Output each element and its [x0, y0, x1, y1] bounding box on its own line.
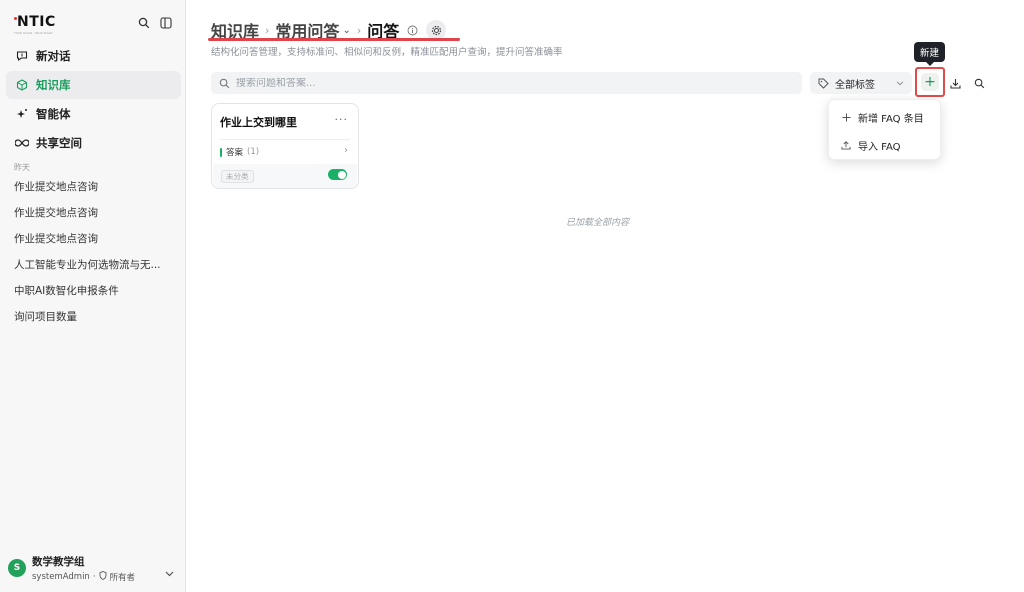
- chevron-right-icon: ›: [265, 23, 270, 37]
- chat-icon: [15, 49, 29, 63]
- history-item[interactable]: 作业提交地点咨询: [6, 225, 181, 251]
- answer-count: (1): [247, 147, 260, 157]
- sidebar-item-label: 知识库: [36, 78, 71, 92]
- category-tag: 未分类: [221, 170, 254, 183]
- history-item[interactable]: 询问项目数量: [6, 303, 181, 329]
- cube-icon: [15, 78, 29, 92]
- chevron-right-icon[interactable]: ›: [344, 145, 348, 156]
- search-icon[interactable]: [972, 76, 986, 90]
- plus-icon: +: [921, 73, 939, 91]
- faq-card[interactable]: 作业上交到哪里 ··· 答案 (1) › 未分类: [211, 103, 359, 189]
- search-input[interactable]: [236, 77, 776, 89]
- chat-history-list: 作业提交地点咨询 作业提交地点咨询 作业提交地点咨询 人工智能专业为何选物流与无…: [6, 173, 181, 329]
- history-item[interactable]: 人工智能专业为何选物流与无...: [6, 251, 181, 277]
- upload-icon: [841, 140, 851, 150]
- tag-filter-value: 全部标签: [835, 79, 875, 91]
- user-profile[interactable]: S 数学教学组 systemAdmin · 所有者: [8, 552, 180, 584]
- answer-label: 答案: [226, 148, 244, 158]
- sidebar-item-knowledge-base[interactable]: 知识库: [6, 71, 181, 99]
- user-role: 所有者: [109, 572, 136, 583]
- search-icon: [219, 74, 230, 93]
- history-section-label: 昨天: [14, 163, 30, 172]
- brand-name: NTIC: [17, 14, 56, 30]
- sidebar-nav: 新对话 知识库 智能体 共享空间: [6, 42, 181, 158]
- sparkle-icon: [15, 107, 29, 121]
- sidebar-item-label: 智能体: [36, 107, 71, 121]
- sidebar-item-label: 新对话: [36, 49, 71, 63]
- menu-item-import-faq[interactable]: 导入 FAQ: [829, 131, 940, 159]
- infinity-icon: [15, 136, 29, 150]
- page-subtitle: 结构化问答管理，支持标准问、相似问和反例，精准匹配用户查询，提升问答准确率: [211, 47, 563, 58]
- sidebar: NTIC Think Smart · Work Smart 新对话 知识库 智能…: [0, 0, 186, 592]
- user-name: 数学教学组: [32, 555, 85, 568]
- search-bar[interactable]: [211, 72, 802, 94]
- shield-icon: [99, 570, 107, 583]
- faq-card-footer: 未分类: [213, 164, 357, 188]
- enable-toggle[interactable]: [328, 169, 347, 180]
- search-icon[interactable]: [137, 16, 151, 30]
- tag-icon: [818, 78, 829, 89]
- download-icon[interactable]: [948, 76, 962, 90]
- user-meta: systemAdmin · 所有者: [32, 570, 136, 583]
- faq-answer-summary[interactable]: 答案 (1): [220, 146, 259, 158]
- sidebar-top-actions: [137, 16, 173, 30]
- brand-dot: [14, 17, 17, 20]
- menu-item-label: 导入 FAQ: [858, 141, 901, 153]
- user-info: 数学教学组 systemAdmin · 所有者: [32, 554, 135, 583]
- app-window: NTIC Think Smart · Work Smart 新对话 知识库 智能…: [0, 0, 1024, 592]
- brand-logo[interactable]: NTIC Think Smart · Work Smart: [14, 14, 94, 36]
- highlight-underline: [208, 38, 460, 41]
- answer-marker: [220, 147, 222, 157]
- sidebar-item-agents[interactable]: 智能体: [6, 100, 181, 128]
- brand-tagline: Think Smart · Work Smart: [14, 31, 53, 35]
- tag-filter-select[interactable]: 全部标签: [810, 72, 912, 94]
- add-button[interactable]: +: [915, 67, 945, 97]
- info-icon[interactable]: [407, 25, 418, 36]
- chevron-down-icon[interactable]: [165, 562, 174, 581]
- chevron-right-icon: ›: [356, 23, 362, 37]
- new-menu-dropdown: 新增 FAQ 条目 导入 FAQ: [828, 99, 941, 160]
- chevron-down-icon: [896, 78, 904, 89]
- history-item[interactable]: 作业提交地点咨询: [6, 173, 181, 199]
- menu-item-add-faq[interactable]: 新增 FAQ 条目: [829, 103, 940, 131]
- plus-icon: [841, 113, 851, 122]
- sidebar-item-label: 共享空间: [36, 136, 82, 150]
- toggle-knob: [337, 170, 346, 179]
- chevron-down-icon[interactable]: ⌄: [342, 25, 350, 36]
- gear-icon: [431, 25, 441, 35]
- separator-dot: ·: [92, 571, 96, 582]
- avatar: S: [8, 559, 26, 577]
- sidebar-toggle-icon[interactable]: [159, 16, 173, 30]
- settings-button[interactable]: [426, 20, 447, 40]
- sidebar-item-new-chat[interactable]: 新对话: [6, 42, 181, 70]
- divider: [220, 139, 350, 140]
- more-icon[interactable]: ···: [335, 113, 349, 126]
- sidebar-item-shared-space[interactable]: 共享空间: [6, 129, 181, 157]
- faq-card-title: 作业上交到哪里: [220, 116, 297, 129]
- tooltip-new: 新建: [914, 42, 946, 66]
- history-item[interactable]: 作业提交地点咨询: [6, 199, 181, 225]
- menu-item-label: 新增 FAQ 条目: [858, 113, 924, 125]
- loaded-all-status: 已加载全部内容: [566, 218, 630, 228]
- user-account: systemAdmin: [32, 571, 90, 582]
- history-item[interactable]: 中职AI数智化申报条件: [6, 277, 181, 303]
- main-content: 知识库 › 常用问答 ⌄ › 问答 结构化问答管理，支持标准问、相似问和反例，精…: [186, 0, 1024, 592]
